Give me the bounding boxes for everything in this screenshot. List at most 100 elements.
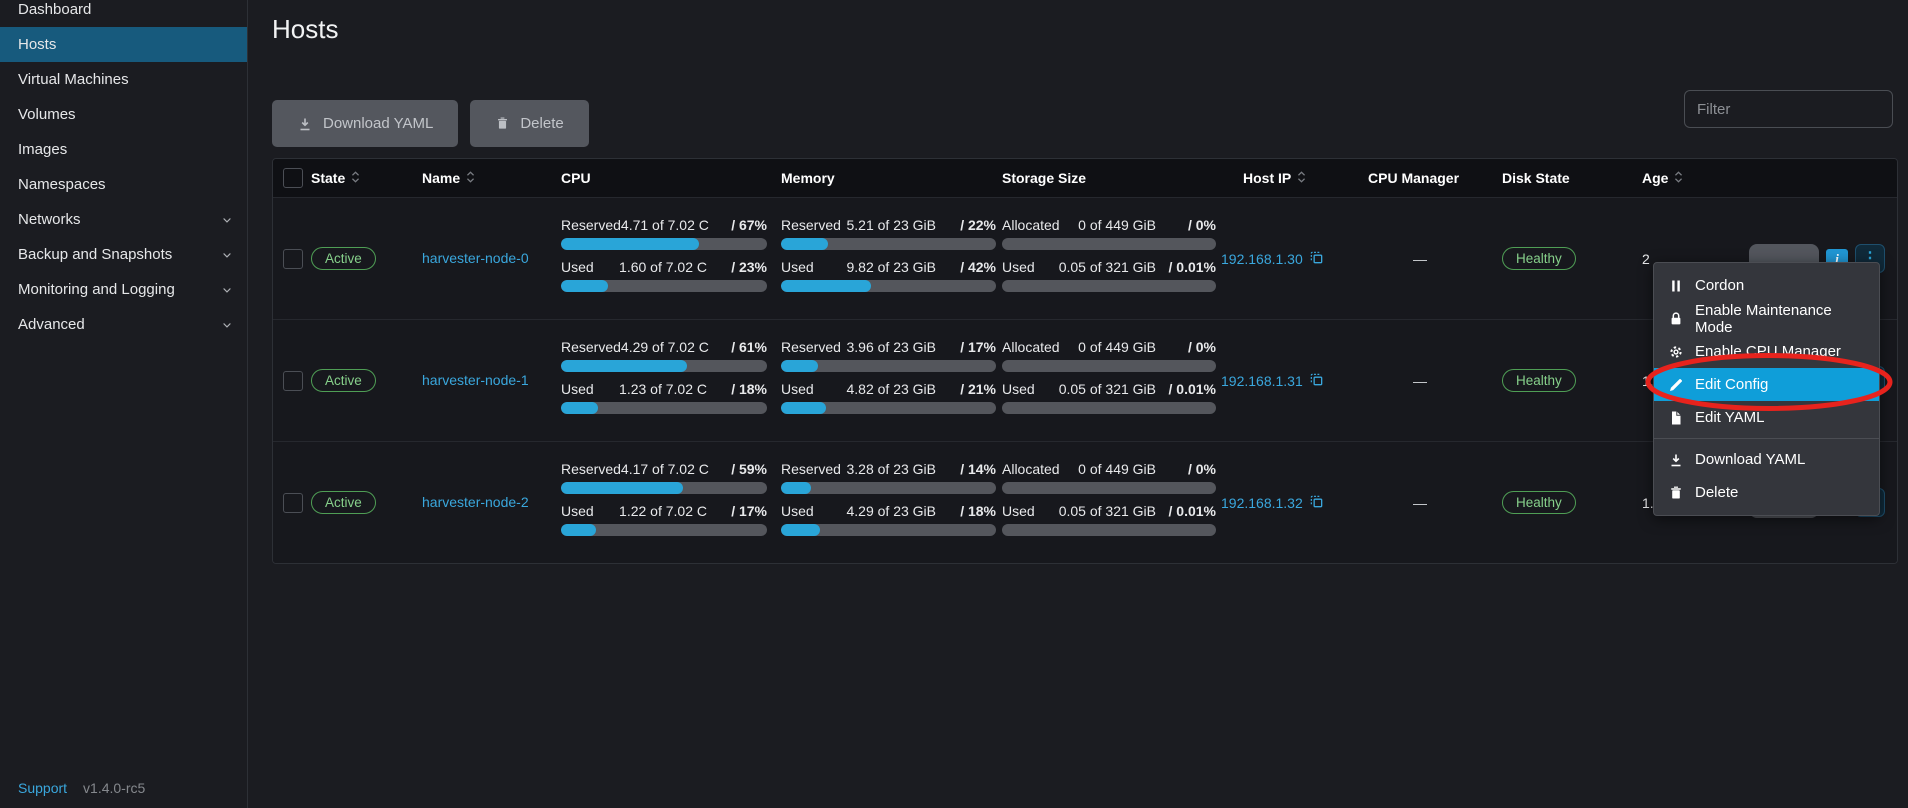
support-link[interactable]: Support [18, 780, 67, 796]
cpu-reserved-percent: / 59% [713, 461, 767, 477]
sidebar-item-monitoring-and-logging[interactable]: Monitoring and Logging [0, 272, 247, 307]
menu-item-edit-config[interactable]: Edit Config [1654, 368, 1879, 401]
download-yaml-button[interactable]: Download YAML [272, 100, 458, 147]
delete-button[interactable]: Delete [470, 100, 588, 147]
cpu-used-bar [561, 280, 767, 292]
menu-item-label: Cordon [1695, 277, 1744, 294]
file-icon [1668, 410, 1684, 426]
host-name-link[interactable]: harvester-node-2 [422, 494, 529, 510]
row-checkbox[interactable] [283, 493, 303, 513]
menu-item-download-yaml[interactable]: Download YAML [1654, 443, 1879, 476]
menu-item-label: Edit Config [1695, 376, 1768, 393]
state-badge: Active [311, 491, 376, 514]
select-all-checkbox[interactable] [283, 168, 303, 188]
storage-used-bar [1002, 402, 1216, 414]
copy-icon[interactable] [1309, 494, 1324, 512]
memory-used-percent: / 42% [940, 259, 996, 275]
storage-used-percent: / 0.01% [1160, 381, 1216, 397]
menu-item-cordon[interactable]: Cordon [1654, 269, 1879, 302]
sidebar-item-networks[interactable]: Networks [0, 202, 247, 237]
menu-item-enable-maintenance-mode[interactable]: Enable Maintenance Mode [1654, 302, 1879, 335]
memory-reserved-bar [781, 360, 996, 372]
menu-item-label: Enable Maintenance Mode [1695, 302, 1865, 336]
menu-item-label: Delete [1695, 484, 1738, 501]
memory-cell: Reserved3.28 of 23 GiB/ 14% Used4.29 of … [781, 461, 1002, 545]
row-checkbox[interactable] [283, 371, 303, 391]
storage-cell: Allocated0 of 449 GiB/ 0% Used0.05 of 32… [1002, 461, 1221, 545]
context-menu: Cordon Enable Maintenance Mode Enable CP… [1653, 262, 1880, 516]
storage-allocated-label: Allocated [1002, 461, 1060, 477]
sidebar-item-volumes[interactable]: Volumes [0, 97, 247, 132]
filter-input[interactable] [1684, 90, 1893, 128]
storage-allocated-percent: / 0% [1160, 217, 1216, 233]
storage-used-percent: / 0.01% [1160, 503, 1216, 519]
memory-used-percent: / 21% [940, 381, 996, 397]
cpu-used-percent: / 18% [711, 381, 767, 397]
memory-used-label: Used [781, 503, 814, 519]
column-header-state[interactable]: State [311, 170, 422, 187]
storage-used-value: 0.05 of 321 GiB [1035, 259, 1156, 275]
sidebar-item-dashboard[interactable]: Dashboard [0, 0, 247, 27]
state-badge: Active [311, 369, 376, 392]
cpu-manager-value: — [1368, 495, 1502, 511]
storage-cell: Allocated0 of 449 GiB/ 0% Used0.05 of 32… [1002, 217, 1221, 301]
menu-item-label: Edit YAML [1695, 409, 1764, 426]
storage-used-value: 0.05 of 321 GiB [1035, 503, 1156, 519]
copy-icon[interactable] [1309, 372, 1324, 390]
menu-item-label: Enable CPU Manager [1695, 343, 1841, 360]
download-icon [297, 116, 313, 132]
sidebar-item-hosts[interactable]: Hosts [0, 27, 247, 62]
trash-icon [1668, 485, 1684, 501]
toolbar: Download YAML Delete [272, 100, 589, 147]
menu-item-edit-yaml[interactable]: Edit YAML [1654, 401, 1879, 434]
download-icon [1668, 452, 1684, 468]
version-label: v1.4.0-rc5 [83, 780, 145, 796]
lock-icon [1668, 311, 1684, 327]
storage-used-label: Used [1002, 503, 1035, 519]
disk-state-badge: Healthy [1502, 491, 1576, 514]
cpu-used-label: Used [561, 259, 594, 275]
storage-allocated-value: 0 of 449 GiB [1060, 461, 1156, 477]
host-name-link[interactable]: harvester-node-1 [422, 372, 529, 388]
sidebar-item-label: Volumes [18, 106, 76, 123]
sidebar-item-label: Virtual Machines [18, 71, 129, 88]
column-header-label: State [311, 170, 345, 186]
cpu-cell: Reserved4.71 of 7.02 C/ 67% Used1.60 of … [561, 217, 781, 301]
memory-used-value: 4.82 of 23 GiB [814, 381, 936, 397]
column-header-age[interactable]: Age [1642, 170, 1702, 187]
sidebar-item-images[interactable]: Images [0, 132, 247, 167]
row-checkbox[interactable] [283, 249, 303, 269]
sidebar-item-virtual-machines[interactable]: Virtual Machines [0, 62, 247, 97]
cpu-reserved-label: Reserved [561, 217, 621, 233]
column-header-host-ip[interactable]: Host IP [1221, 170, 1368, 187]
download-yaml-label: Download YAML [323, 115, 433, 132]
menu-item-delete[interactable]: Delete [1654, 476, 1879, 509]
cpu-used-percent: / 17% [711, 503, 767, 519]
memory-reserved-percent: / 14% [940, 461, 996, 477]
chevron-down-icon [221, 284, 233, 296]
column-header-label: Storage Size [1002, 170, 1086, 186]
sidebar-item-advanced[interactable]: Advanced [0, 307, 247, 342]
cpu-cell: Reserved4.29 of 7.02 C/ 61% Used1.23 of … [561, 339, 781, 423]
cpu-reserved-bar [561, 482, 767, 494]
menu-item-label: Download YAML [1695, 451, 1805, 468]
storage-allocated-percent: / 0% [1160, 339, 1216, 355]
host-ip: 192.168.1.31 [1221, 373, 1303, 389]
disk-state-badge: Healthy [1502, 247, 1576, 270]
copy-icon[interactable] [1309, 250, 1324, 268]
cpu-used-bar [561, 402, 767, 414]
memory-reserved-value: 3.96 of 23 GiB [841, 339, 936, 355]
cpu-reserved-label: Reserved [561, 339, 621, 355]
memory-reserved-percent: / 17% [940, 339, 996, 355]
column-header-name[interactable]: Name [422, 170, 561, 187]
sidebar-item-backup-and-snapshots[interactable]: Backup and Snapshots [0, 237, 247, 272]
sidebar-item-label: Hosts [18, 36, 56, 53]
sidebar-item-label: Advanced [18, 316, 85, 333]
sidebar-item-label: Namespaces [18, 176, 106, 193]
column-header-label: CPU Manager [1368, 170, 1459, 186]
host-name-link[interactable]: harvester-node-0 [422, 250, 529, 266]
storage-allocated-percent: / 0% [1160, 461, 1216, 477]
column-header-cpu-manager: CPU Manager [1368, 170, 1502, 186]
sidebar-item-namespaces[interactable]: Namespaces [0, 167, 247, 202]
menu-item-enable-cpu-manager[interactable]: Enable CPU Manager [1654, 335, 1879, 368]
